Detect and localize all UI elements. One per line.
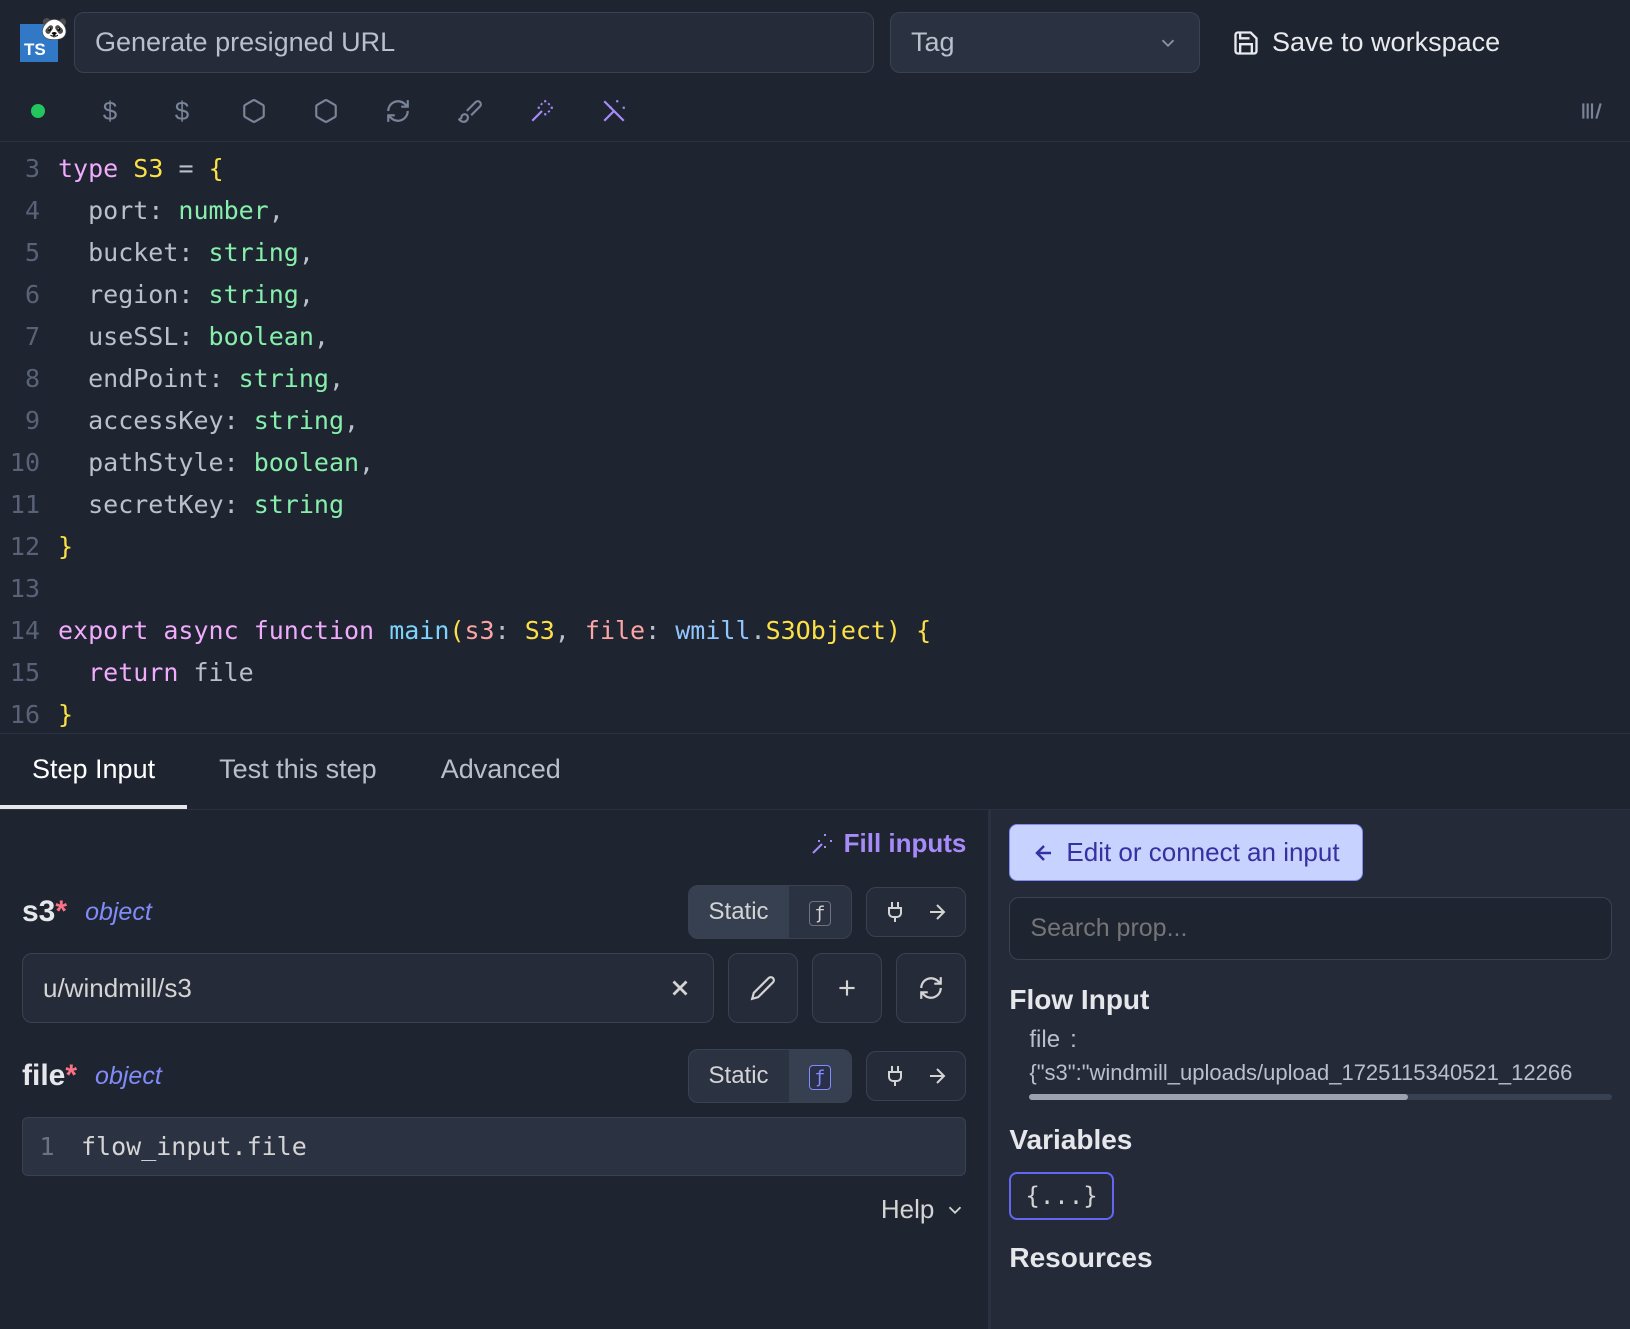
variables-title: Variables <box>1009 1124 1612 1156</box>
arrow-right-icon <box>925 1064 949 1088</box>
search-prop-input[interactable] <box>1009 897 1612 960</box>
panel-tabs: Step Input Test this step Advanced <box>0 733 1630 809</box>
arrow-left-icon <box>1032 841 1056 865</box>
connect-panel: Edit or connect an input Flow Input file… <box>991 810 1630 1329</box>
refresh-icon <box>918 975 944 1001</box>
flow-input-title: Flow Input <box>1009 984 1612 1016</box>
magic-wand-icon[interactable] <box>526 95 558 127</box>
plug-icon <box>883 1064 907 1088</box>
fill-inputs-button[interactable]: Fill inputs <box>810 828 967 859</box>
param-s3-static-button[interactable]: Static <box>689 886 789 938</box>
param-s3-fx-button[interactable]: ƒ <box>789 886 852 938</box>
save-button-label: Save to workspace <box>1272 27 1500 58</box>
dollar-icon[interactable]: $ <box>94 95 126 127</box>
arrow-right-icon <box>925 900 949 924</box>
code-editor[interactable]: 345678910111213141516 type S3 = { port: … <box>0 142 1630 733</box>
language-badge-text: TS <box>24 40 46 60</box>
param-s3-refresh-button[interactable] <box>896 953 966 1023</box>
tab-advanced[interactable]: Advanced <box>409 734 593 809</box>
param-s3: s3* object Static ƒ <box>22 885 966 1023</box>
plug-icon <box>883 900 907 924</box>
magic-wand-icon <box>810 832 834 856</box>
editor-toolbar: $ $ <box>0 85 1630 142</box>
param-s3-label: s3* object <box>22 895 152 929</box>
brush-icon[interactable] <box>454 95 486 127</box>
magic-wand-off-icon[interactable] <box>598 95 630 127</box>
param-file-expression-input[interactable]: 1 flow_input.file <box>22 1117 966 1176</box>
save-to-workspace-button[interactable]: Save to workspace <box>1216 17 1516 68</box>
step-input-panel: Fill inputs s3* object Static ƒ <box>0 810 991 1329</box>
tag-select[interactable]: Tag <box>890 12 1200 73</box>
library-icon[interactable] <box>1576 95 1608 127</box>
flow-input-item-value: {"s3":"windmill_uploads/upload_172511534… <box>1009 1060 1612 1086</box>
variables-expand-button[interactable]: {...} <box>1009 1172 1113 1220</box>
param-file-fx-button[interactable]: ƒ <box>789 1050 852 1102</box>
help-label: Help <box>881 1194 934 1225</box>
lower-panel: Fill inputs s3* object Static ƒ <box>0 809 1630 1329</box>
param-s3-value-input[interactable]: u/windmill/s3 <box>22 953 714 1023</box>
help-button[interactable]: Help <box>22 1194 966 1225</box>
save-icon <box>1232 29 1260 57</box>
horizontal-scrollbar[interactable] <box>1029 1094 1612 1100</box>
expr-line-number: 1 <box>23 1132 71 1161</box>
flow-input-item-file[interactable]: file: <box>1009 1026 1612 1054</box>
param-file: file* object Static ƒ <box>22 1049 966 1225</box>
refresh-icon[interactable] <box>382 95 414 127</box>
status-indicator <box>22 95 54 127</box>
tab-test-step[interactable]: Test this step <box>187 734 409 809</box>
edit-connect-button[interactable]: Edit or connect an input <box>1009 824 1362 881</box>
plus-icon <box>834 975 860 1001</box>
param-file-connect-group[interactable] <box>866 1051 966 1101</box>
param-file-label: file* object <box>22 1059 162 1093</box>
chevron-down-icon <box>1157 32 1179 54</box>
line-gutter: 345678910111213141516 <box>0 148 58 733</box>
pencil-icon <box>750 975 776 1001</box>
panda-emoji-icon: 🐼 <box>41 16 68 42</box>
param-s3-add-button[interactable] <box>812 953 882 1023</box>
param-file-static-button[interactable]: Static <box>689 1050 789 1102</box>
param-s3-connect-group[interactable] <box>866 887 966 937</box>
edit-connect-label: Edit or connect an input <box>1066 837 1339 868</box>
dollar-icon-2[interactable]: $ <box>166 95 198 127</box>
code-content[interactable]: type S3 = { port: number, bucket: string… <box>58 148 1630 733</box>
expr-text[interactable]: flow_input.file <box>71 1118 965 1175</box>
param-s3-mode-group: Static ƒ <box>688 885 853 939</box>
param-file-mode-group: Static ƒ <box>688 1049 853 1103</box>
tab-step-input[interactable]: Step Input <box>0 734 187 809</box>
param-s3-edit-button[interactable] <box>728 953 798 1023</box>
fill-inputs-label: Fill inputs <box>844 828 967 859</box>
tag-select-label: Tag <box>911 27 955 58</box>
package-icon[interactable] <box>238 95 270 127</box>
script-title-input[interactable]: Generate presigned URL <box>74 12 874 73</box>
package-icon-2[interactable] <box>310 95 342 127</box>
language-badge: TS 🐼 <box>20 24 58 62</box>
chevron-down-icon <box>944 1199 966 1221</box>
resources-title: Resources <box>1009 1242 1612 1274</box>
header-bar: TS 🐼 Generate presigned URL Tag Save to … <box>0 0 1630 85</box>
app-root: TS 🐼 Generate presigned URL Tag Save to … <box>0 0 1630 1329</box>
clear-icon[interactable] <box>667 975 693 1001</box>
